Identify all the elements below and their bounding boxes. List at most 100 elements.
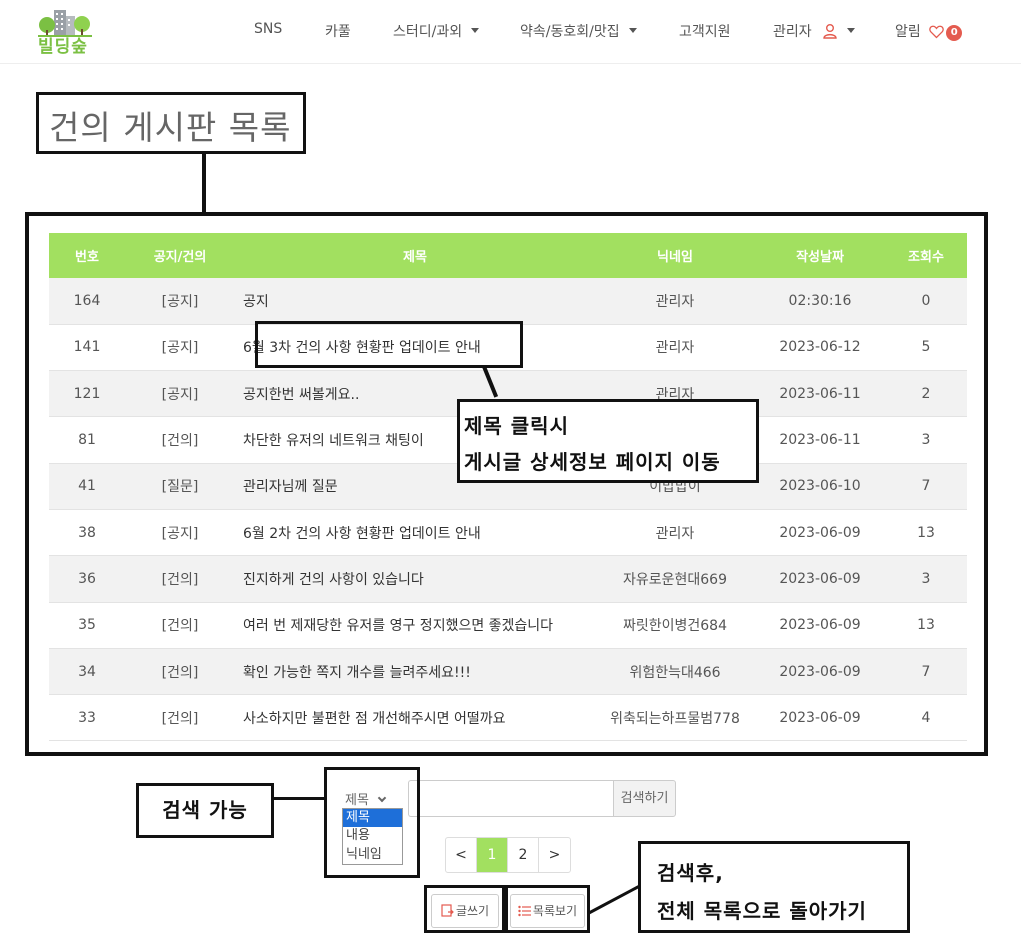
nav-item-sns[interactable]: SNS: [254, 21, 282, 37]
post-title-link[interactable]: 6월 2차 건의 사항 현황판 업데이트 안내: [235, 509, 595, 555]
nav-label-carpool: 카풀: [325, 24, 351, 40]
pagination: < 1 2 >: [445, 837, 571, 873]
row-number: 33: [78, 709, 96, 726]
column-header-type: 공지/건의: [153, 250, 207, 265]
row-views: 3: [921, 570, 931, 587]
search-option-content[interactable]: 내용: [343, 827, 402, 845]
row-type: [공지]: [161, 386, 199, 403]
row-date: 2023-06-09: [779, 663, 861, 680]
write-icon: [441, 904, 454, 917]
row-number: 36: [78, 570, 96, 587]
nav-item-admin[interactable]: 관리자: [773, 21, 856, 41]
list-button[interactable]: 목록보기: [510, 894, 585, 928]
search-option-nickname[interactable]: 닉네임: [343, 846, 402, 864]
column-header-nickname: 닉네임: [657, 250, 693, 265]
search-type-selected: 제목: [345, 793, 369, 808]
pagination-page-2[interactable]: 2: [508, 838, 539, 872]
post-title-link[interactable]: 여러 번 제재당한 유저를 영구 정지했으면 좋겠습니다: [235, 602, 595, 648]
annotation-connector-line: [274, 797, 326, 800]
row-type: [건의]: [161, 618, 199, 635]
write-button-label: 글쓰기: [455, 904, 490, 918]
post-title-link[interactable]: 사소하지만 불편한 점 개선해주시면 어떨까요: [235, 695, 595, 741]
row-type: [공지]: [161, 525, 199, 542]
chevron-down-icon: [471, 28, 480, 33]
row-date: 2023-06-09: [779, 524, 861, 541]
search-type-dropdown: 제목 내용 닉네임: [342, 808, 403, 865]
row-nickname: 짜릿한이병건684: [622, 618, 727, 635]
row-type: [건의]: [161, 710, 199, 727]
chevron-down-icon: [847, 28, 856, 33]
row-type: [질문]: [161, 479, 199, 496]
row-views: 2: [921, 385, 931, 402]
nav-item-support[interactable]: 고객지원: [679, 21, 731, 41]
search-option-title[interactable]: 제목: [343, 809, 402, 828]
row-nickname: 관리자: [655, 525, 695, 542]
table-row: 164 [공지] 공지 관리자 02:30:16 0: [49, 278, 967, 325]
table-row: 35 [건의] 여러 번 제재당한 유저를 영구 정지했으면 좋겠습니다 짜릿한…: [49, 602, 967, 649]
callout-line: 검색후,: [657, 861, 724, 885]
pagination-page-1[interactable]: 1: [477, 838, 508, 872]
heart-icon: [929, 25, 945, 39]
title-click-callout: 제목 클릭시 게시글 상세정보 페이지 이동: [457, 399, 759, 483]
page-title: 건의 게시판 목록: [49, 108, 292, 147]
post-title-link[interactable]: 공지: [235, 278, 595, 324]
row-type: [건의]: [161, 571, 199, 588]
column-header-title: 제목: [403, 250, 427, 265]
table-header-row: 번호 공지/건의 제목 닉네임 작성날짜 조회수: [49, 233, 967, 278]
column-header-number: 번호: [75, 250, 99, 265]
nav-item-study[interactable]: 스터디/과외: [393, 21, 480, 41]
row-number: 35: [78, 617, 96, 634]
pagination-next[interactable]: >: [539, 838, 570, 872]
post-title-link[interactable]: 진지하게 건의 사항이 있습니다: [235, 556, 595, 602]
chevron-down-icon: [377, 793, 387, 803]
nav-item-notifications[interactable]: 알림 0: [895, 21, 963, 41]
search-type-select[interactable]: 제목: [341, 787, 415, 809]
row-nickname: 자유로운현대669: [622, 571, 727, 588]
row-date: 2023-06-09: [779, 570, 861, 587]
title-highlight-box: 건의 게시판 목록: [36, 92, 306, 154]
table-row: 33 [건의] 사소하지만 불편한 점 개선해주시면 어떨까요 위축되는하프물범…: [49, 695, 967, 741]
row-nickname: 관리자: [655, 340, 695, 357]
row-date: 2023-06-09: [779, 617, 861, 634]
row-date: 2023-06-11: [779, 385, 861, 402]
nav-label-sns: SNS: [254, 21, 283, 37]
top-navbar: 빌딩숲 SNS 카풀 스터디/과외 약속/동호회/맛집 고객지원 관리자 알림 …: [0, 0, 1021, 64]
row-nickname: 관리자: [655, 293, 695, 310]
column-header-date: 작성날짜: [796, 250, 844, 265]
row-views: 0: [921, 292, 931, 309]
callout-line: 게시글 상세정보 페이지 이동: [464, 450, 721, 474]
annotation-connector-line: [587, 884, 642, 915]
row-type: [건의]: [161, 664, 199, 681]
search-button[interactable]: 검색하기: [613, 780, 676, 817]
table-row: 36 [건의] 진지하게 건의 사항이 있습니다 자유로운현대669 2023-…: [49, 555, 967, 603]
row-views: 3: [921, 432, 931, 449]
column-header-views: 조회수: [908, 250, 944, 265]
row-number: 38: [78, 524, 96, 541]
row-type: [공지]: [161, 340, 199, 357]
nav-label-support: 고객지원: [679, 24, 731, 40]
back-to-list-callout: 검색후, 전체 목록으로 돌아가기: [638, 841, 910, 933]
write-button[interactable]: 글쓰기: [431, 894, 499, 928]
row-type: [공지]: [161, 293, 199, 310]
user-icon: [823, 24, 837, 39]
annotation-connector-line: [202, 154, 206, 214]
nav-item-carpool[interactable]: 카풀: [325, 21, 351, 41]
row-number: 81: [78, 432, 96, 449]
row-views: 13: [917, 524, 935, 541]
list-button-label: 목록보기: [532, 904, 578, 918]
brand-name[interactable]: 빌딩숲: [38, 32, 88, 57]
post-title-link[interactable]: 확인 가능한 쪽지 개수를 늘려주세요!!!: [235, 648, 595, 694]
row-date: 2023-06-11: [779, 432, 861, 449]
table-row: 38 [공지] 6월 2차 건의 사항 현황판 업데이트 안내 관리자 2023…: [49, 509, 967, 556]
row-date: 2023-06-12: [779, 339, 861, 356]
search-input[interactable]: [408, 780, 614, 817]
nav-label-meetup: 약속/동호회/맛집: [520, 24, 620, 40]
row-type: [건의]: [161, 433, 199, 450]
pagination-prev[interactable]: <: [446, 838, 477, 872]
callout-line: 제목 클릭시: [464, 414, 569, 438]
row-date: 2023-06-10: [779, 478, 861, 495]
row-number: 121: [73, 385, 101, 402]
nav-item-meetup[interactable]: 약속/동호회/맛집: [520, 21, 637, 41]
row-nickname: 위험한늑대466: [629, 664, 721, 681]
nav-label-notifications: 알림: [895, 24, 921, 40]
